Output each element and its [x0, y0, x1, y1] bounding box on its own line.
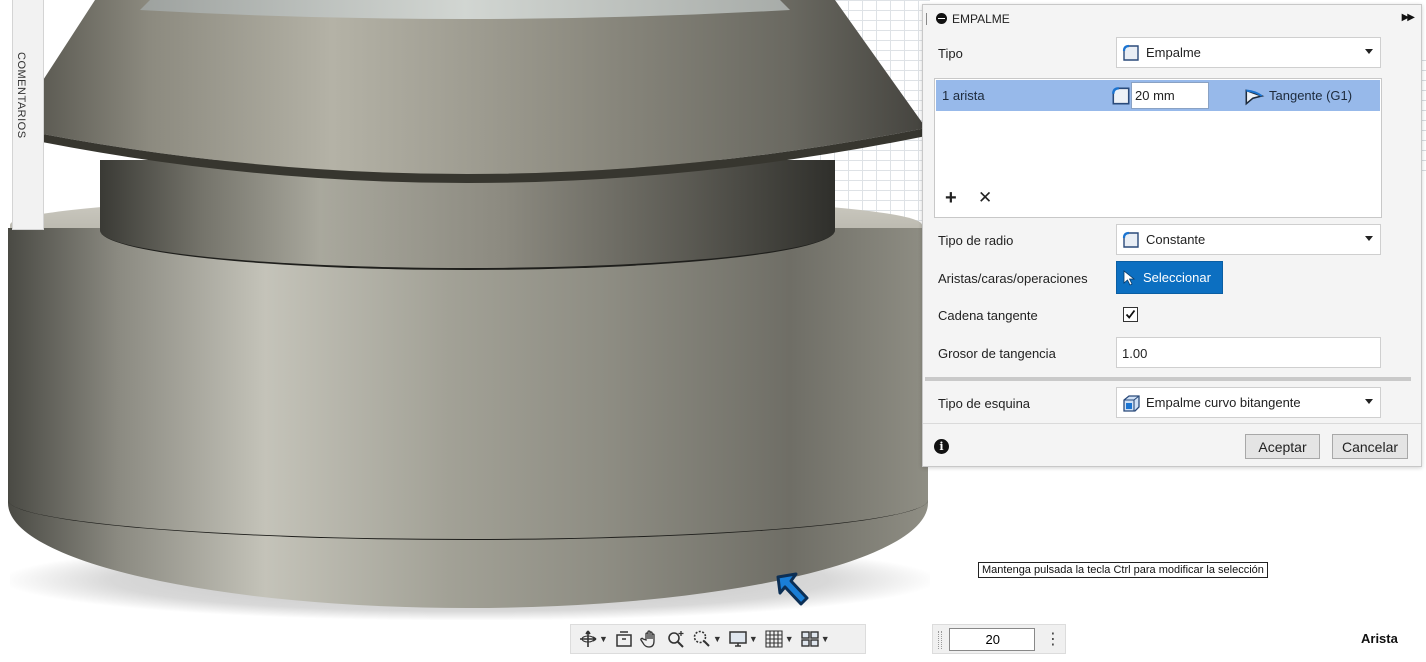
orbit-icon: [580, 630, 597, 647]
chevron-down-icon: ▼: [820, 634, 830, 644]
chevron-down-icon: [1365, 399, 1373, 404]
chevron-down-icon: [1365, 236, 1373, 241]
section-divider: [925, 377, 1411, 381]
tangent-chain-label: Cadena tangente: [938, 308, 1038, 323]
orbit-button[interactable]: ▼: [575, 626, 611, 652]
select-button-label: Seleccionar: [1143, 270, 1211, 285]
tangent-chain-checkbox[interactable]: [1123, 307, 1138, 322]
dialog-title: EMPALME: [952, 11, 1010, 26]
dialog-footer: i Aceptar Cancelar: [923, 423, 1421, 467]
model-base-body[interactable]: [8, 228, 928, 608]
viewports-button[interactable]: ▼: [797, 626, 833, 652]
zoom-button[interactable]: [663, 626, 689, 652]
dialog-header[interactable]: EMPALME ▶▶: [923, 5, 1421, 32]
monitor-icon: [729, 631, 747, 647]
close-icon[interactable]: ✕: [978, 188, 992, 208]
tangency-weight-input[interactable]: 1.00: [1116, 337, 1381, 368]
chevron-down-icon: ▼: [784, 634, 794, 644]
drag-grip-icon[interactable]: [938, 631, 942, 649]
zoom-window-button[interactable]: ▼: [689, 626, 725, 652]
type-value: Empalme: [1146, 45, 1201, 60]
type-dropdown[interactable]: Empalme: [1116, 37, 1381, 68]
chevron-down-icon: [1365, 49, 1373, 54]
edge-name: 1 arista: [942, 88, 985, 103]
radius-type-value: Constante: [1146, 232, 1206, 247]
look-at-icon: [616, 631, 632, 647]
grid-icon: [765, 630, 783, 648]
pan-button[interactable]: [637, 626, 663, 652]
more-options-icon[interactable]: ⋮: [1045, 629, 1061, 651]
select-button[interactable]: Seleccionar: [1116, 261, 1223, 294]
edge-radius-input[interactable]: 20 mm: [1131, 82, 1209, 109]
edge-continuity-dropdown[interactable]: Tangente (G1): [1269, 88, 1352, 103]
navigation-toolbar: ▼ ▼ ▼ ▼ ▼: [570, 624, 866, 654]
corner-type-dropdown[interactable]: Empalme curvo bitangente: [1116, 387, 1381, 418]
fillet-dialog: EMPALME ▶▶ Tipo Empalme 1 arista 20 mm T…: [922, 4, 1422, 467]
chevron-down-icon: ▼: [599, 634, 608, 644]
fillet-radius-icon: [1112, 87, 1130, 105]
plus-icon[interactable]: +: [945, 187, 957, 210]
model-top-cone[interactable]: [0, 0, 930, 190]
tangent-continuity-icon: [1245, 89, 1265, 106]
comments-tab-label: COMENTARIOS: [15, 52, 27, 139]
cancel-button[interactable]: Cancelar: [1332, 434, 1408, 459]
radius-value-input[interactable]: [949, 628, 1035, 651]
chevron-down-icon: ▼: [712, 634, 722, 644]
cursor-icon: [1123, 269, 1136, 286]
grid-settings-button[interactable]: ▼: [761, 626, 797, 652]
selection-status: Arista: [1361, 631, 1398, 646]
checkmark-icon: [1125, 309, 1136, 319]
selection-label: Aristas/caras/operaciones: [938, 271, 1088, 286]
look-at-button[interactable]: [611, 626, 637, 652]
corner-type-label: Tipo de esquina: [938, 396, 1031, 411]
fillet-icon: [1122, 44, 1139, 61]
constant-radius-icon: [1122, 231, 1139, 248]
corner-setback-icon: [1123, 394, 1140, 412]
table-row[interactable]: 1 arista 20 mm Tangente (G1): [936, 80, 1380, 111]
hand-icon: [640, 630, 655, 648]
display-settings-button[interactable]: ▼: [725, 626, 761, 652]
collapse-double-arrow-icon[interactable]: ▶▶: [1402, 12, 1415, 23]
edge-list: 1 arista 20 mm Tangente (G1) + ✕: [934, 78, 1382, 218]
zoom-icon: [668, 631, 684, 648]
tangency-weight-label: Grosor de tangencia: [938, 346, 1056, 361]
ok-button[interactable]: Aceptar: [1245, 434, 1320, 459]
info-icon[interactable]: i: [934, 439, 949, 454]
radius-type-label: Tipo de radio: [938, 233, 1014, 248]
selection-tooltip: Mantenga pulsada la tecla Ctrl para modi…: [978, 562, 1268, 578]
drag-grip-icon[interactable]: [926, 12, 931, 25]
type-label: Tipo: [938, 46, 963, 61]
minus-circle-icon[interactable]: [936, 13, 947, 24]
corner-type-value: Empalme curvo bitangente: [1146, 395, 1301, 410]
chevron-down-icon: ▼: [748, 634, 758, 644]
zoom-window-icon: [693, 630, 710, 647]
viewports-icon: [800, 631, 819, 647]
heads-up-value-box: ⋮: [932, 624, 1066, 654]
radius-type-dropdown[interactable]: Constante: [1116, 224, 1381, 255]
cursor-arrow-icon: [776, 572, 809, 606]
comments-panel-tab[interactable]: COMENTARIOS: [12, 0, 44, 230]
